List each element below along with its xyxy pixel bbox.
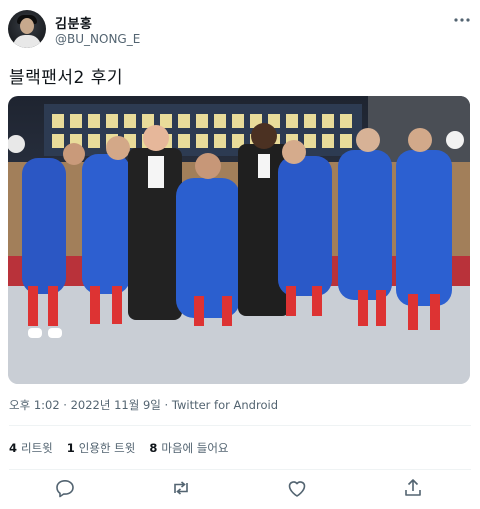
tweet-stats: 4 리트윗 1 인용한 트윗 8 마음에 들어요 (9, 440, 229, 456)
tweet-date[interactable]: 2022년 11월 9일 (71, 398, 161, 412)
author-display-name[interactable]: 김분홍 (55, 13, 92, 32)
quotes-stat[interactable]: 1 인용한 트윗 (67, 440, 136, 456)
tweet-text: 블랙팬서2 후기 (9, 68, 124, 88)
tweet-timestamp[interactable]: 오후 1:02 · 2022년 11월 9일 · Twitter for And… (9, 397, 278, 413)
likes-stat[interactable]: 8 마음에 들어요 (149, 440, 228, 456)
meta-separator: · (164, 398, 169, 412)
tweet-time[interactable]: 오후 1:02 (9, 398, 60, 412)
likes-label: 마음에 들어요 (161, 441, 229, 455)
retweet-icon[interactable] (169, 476, 193, 500)
likes-count: 8 (149, 441, 158, 455)
share-icon[interactable] (401, 476, 425, 500)
meta-separator: · (63, 398, 67, 412)
group-photo (8, 96, 470, 384)
avatar[interactable] (8, 10, 46, 48)
quotes-count: 1 (66, 441, 75, 455)
heart-icon[interactable] (285, 476, 309, 500)
retweets-stat[interactable]: 4 리트윗 (9, 440, 53, 456)
quotes-label: 인용한 트윗 (78, 441, 136, 455)
tweet-action-bar (0, 472, 480, 504)
tweet-media-photo[interactable] (8, 96, 470, 384)
tweet-client[interactable]: Twitter for Android (172, 398, 278, 412)
divider (9, 469, 471, 470)
author-handle[interactable]: @BU_NONG_E (55, 32, 140, 46)
divider (9, 425, 471, 426)
retweets-label: 리트윗 (21, 441, 53, 455)
reply-icon[interactable] (53, 476, 77, 500)
more-options-icon[interactable] (452, 12, 472, 28)
retweets-count: 4 (9, 441, 18, 455)
